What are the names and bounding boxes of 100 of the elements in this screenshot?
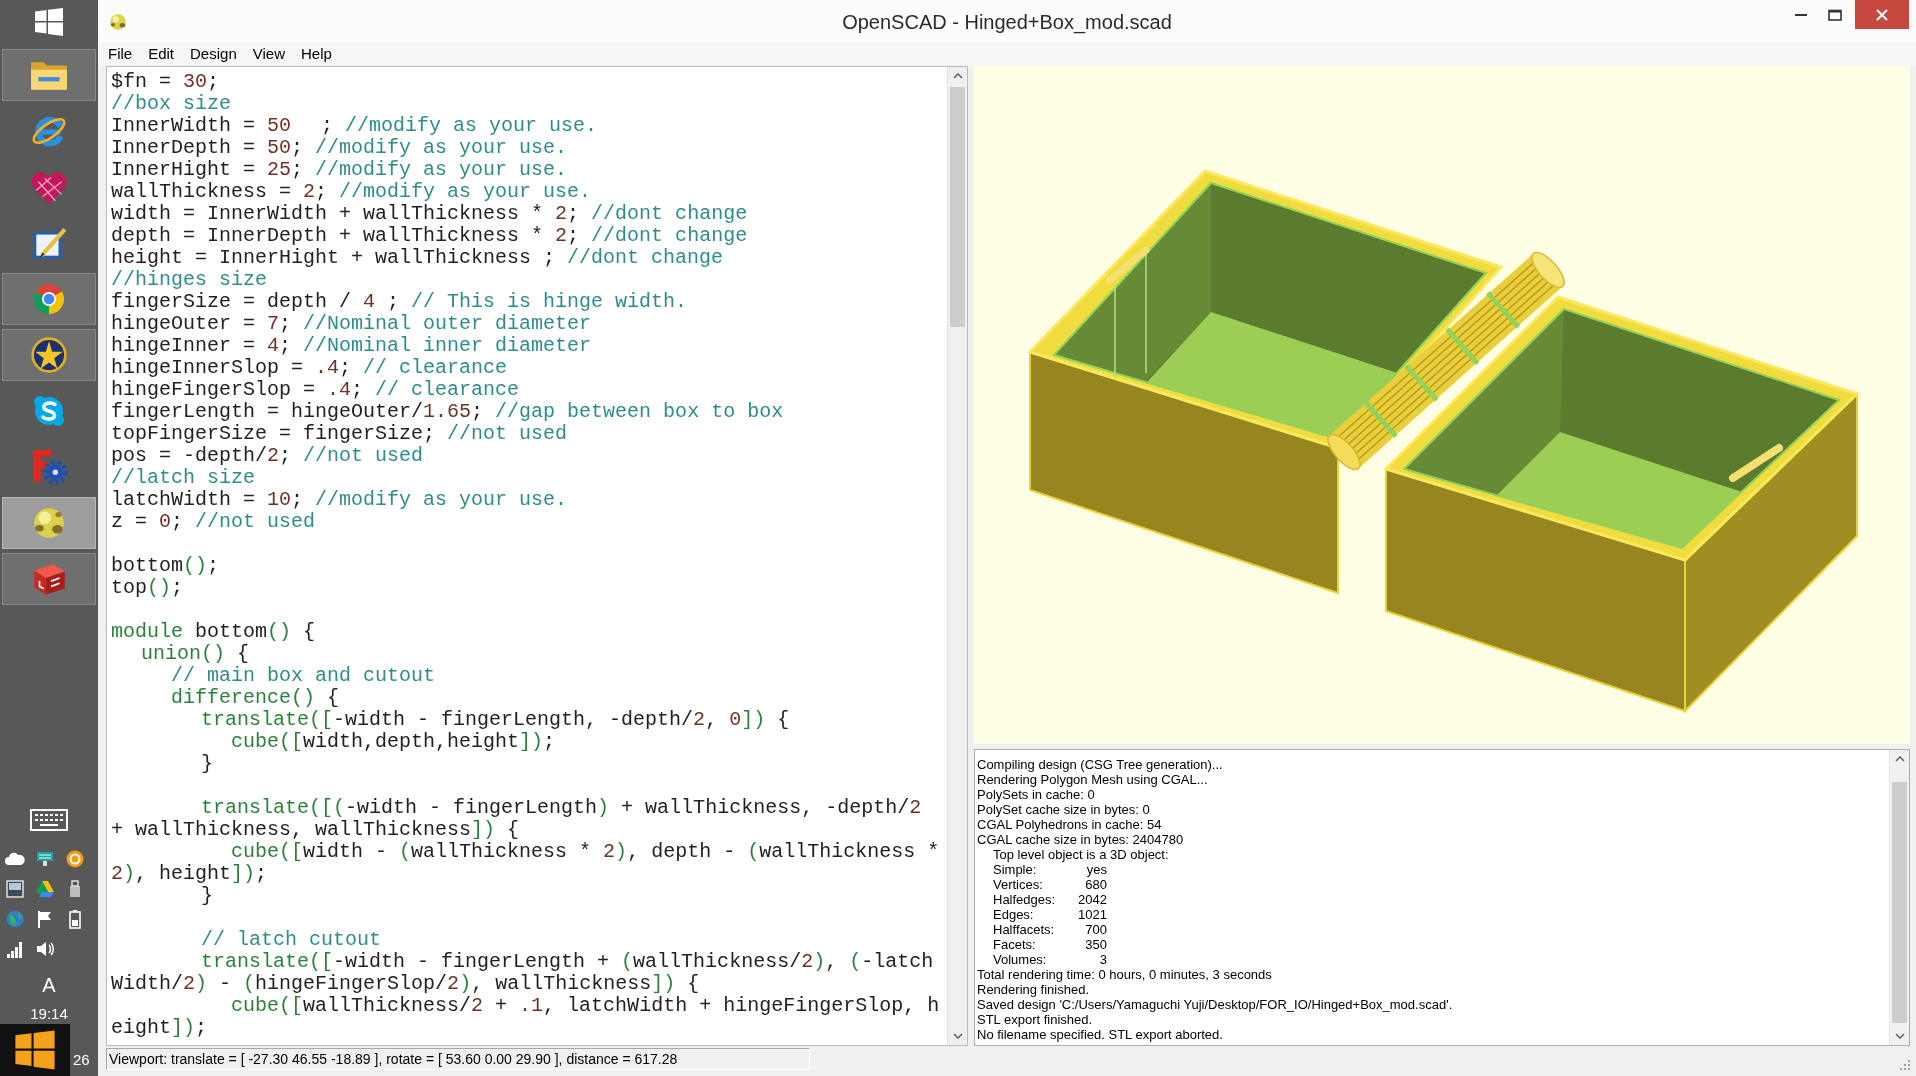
- code-line: //latch size: [111, 467, 257, 489]
- chevron-down-icon[interactable]: [952, 1033, 963, 1039]
- stat-value: 1021: [1077, 907, 1107, 922]
- heart-icon: [30, 169, 68, 205]
- device-icon[interactable]: [35, 849, 55, 869]
- code-line: union() {: [140, 643, 251, 665]
- star-circle-icon: [30, 336, 68, 374]
- sphere-icon[interactable]: [108, 12, 128, 32]
- date-text[interactable]: 26: [73, 1051, 90, 1069]
- menu-item[interactable]: File: [100, 44, 141, 64]
- console-line: PolySets in cache: 0: [977, 787, 1095, 802]
- code-line: difference() {: [170, 687, 341, 709]
- code-line: topFingerSize = fingerSize; //not used: [111, 423, 569, 445]
- code-line: InnerDepth = 50; //modify as your use.: [111, 137, 569, 159]
- menu-item[interactable]: View: [244, 44, 293, 64]
- menu-item[interactable]: Design: [182, 44, 245, 64]
- window-panes-icon: [14, 1029, 56, 1071]
- triangle-icon[interactable]: [35, 880, 55, 898]
- stat-value: yes: [1085, 862, 1107, 877]
- globe-icon[interactable]: [5, 909, 25, 929]
- code-line: depth = InnerDepth + wallThickness * 2; //dont change: [111, 225, 749, 247]
- code-line: bottom();: [111, 555, 221, 577]
- console-line: No filename specified. STL export aborted.: [977, 1027, 1223, 1042]
- code-line: wallThickness = 2; //modify as your use.: [111, 181, 593, 203]
- scrollbar[interactable]: [1889, 750, 1909, 1045]
- console-line: Rendering Polygon Mesh using CGAL...: [977, 772, 1208, 787]
- taskbar-button[interactable]: [2, 329, 96, 381]
- code-line: top();: [111, 577, 185, 599]
- window-title: OpenSCAD - Hinged+Box_mod.scad: [842, 10, 1172, 34]
- stat-label: Edges:: [993, 907, 1035, 922]
- console-line: Total rendering time: 0 hours, 0 minutes, 3 seconds: [977, 967, 1272, 982]
- code-line: hingeInnerSlop = .4; // clearance: [111, 357, 509, 379]
- f-gear-icon: [30, 448, 68, 486]
- code-line: // latch cutout: [200, 929, 383, 951]
- console-line: Saved design 'C:/Users/Yamaguchi Yuji/Desktop/FOR_IO/Hinged+Box_mod.scad'.: [977, 997, 1453, 1012]
- 3d-viewport[interactable]: [974, 66, 1910, 744]
- close-button[interactable]: [1855, 0, 1909, 29]
- stat-value: 700: [1084, 922, 1107, 937]
- menu-item[interactable]: Help: [293, 44, 340, 64]
- console-line: Compiling design (CSG Tree generation)...: [977, 757, 1223, 772]
- code-line: translate([-width - fingerLength, -depth/2, 0]) {: [200, 709, 791, 731]
- code-line: $fn = 30;: [111, 71, 221, 93]
- console-line: Top level object is a 3D object:: [992, 847, 1169, 862]
- code-line: pos = -depth/2; //not used: [111, 445, 425, 467]
- code-line: module bottom() {: [111, 621, 317, 643]
- cloud-icon[interactable]: [5, 852, 25, 866]
- taskbar-button[interactable]: [2, 49, 96, 101]
- code-line: fingerLength = hingeOuter/1.65; //gap between box to box: [111, 401, 785, 423]
- code-line: // main box and cutout: [170, 665, 437, 687]
- signal-bars-icon[interactable]: [5, 940, 25, 958]
- minimize-icon: [1795, 14, 1807, 16]
- code-line: z = 0; //not used: [111, 511, 317, 533]
- code-line: fingerSize = depth / 4 ; // This is hinge width.: [111, 291, 689, 313]
- code-line: hingeFingerSlop = .4; // clearance: [111, 379, 521, 401]
- input-mode-indicator[interactable]: A: [42, 975, 56, 995]
- start-button[interactable]: [0, 1024, 70, 1076]
- code-line: }: [200, 885, 214, 907]
- console-line: CGAL cache size in bytes: 2404780: [977, 832, 1184, 847]
- folder-icon: [30, 59, 68, 91]
- chevron-down-icon[interactable]: [1894, 1033, 1905, 1039]
- taskbar-button[interactable]: [2, 497, 96, 549]
- stat-value: 350: [1084, 937, 1107, 952]
- resize-grip-icon[interactable]: [1898, 1058, 1910, 1070]
- chevron-up-icon[interactable]: [1894, 756, 1905, 762]
- stat-label: Facets:: [993, 937, 1037, 952]
- code-line: latchWidth = 10; //modify as your use.: [111, 489, 569, 511]
- ring-icon[interactable]: [65, 849, 85, 869]
- scroll-thumb[interactable]: [950, 87, 965, 327]
- viewport-status-text: Viewport: translate = [ -27.30 46.55 -18.89 ], rotate = [ 53.60 0.00 29.90 ], distance = 617.28: [109, 1050, 678, 1068]
- code-line: hingeInner = 4; //Nominal inner diameter: [111, 335, 593, 357]
- stat-value: 3: [1098, 952, 1107, 967]
- console-line: PolySet cache size in bytes: 0: [977, 802, 1150, 817]
- code-editor[interactable]: [106, 66, 968, 1046]
- code-line: InnerHight = 25; //modify as your use.: [111, 159, 569, 181]
- stat-value: 680: [1084, 877, 1107, 892]
- code-line: width = InnerWidth + wallThickness * 2; //dont change: [111, 203, 749, 225]
- code-line: cube([width - (wallThickness * 2), depth - (wallThickness * 2), height]);: [111, 841, 941, 885]
- scroll-thumb[interactable]: [1892, 782, 1907, 1023]
- code-line: //hinges size: [111, 269, 269, 291]
- battery-icon[interactable]: [69, 909, 81, 929]
- window-panes-icon[interactable]: [34, 7, 64, 37]
- console-line: CGAL Polyhedrons in cache: 54: [977, 817, 1162, 832]
- scrollbar[interactable]: [947, 67, 967, 1045]
- clock-text[interactable]: 19:14: [30, 1005, 68, 1023]
- stat-label: Simple:: [993, 862, 1038, 877]
- chevron-up-icon[interactable]: [952, 73, 963, 79]
- monitor-icon[interactable]: [5, 879, 25, 899]
- maximize-icon: [1828, 9, 1842, 21]
- speaker-icon[interactable]: [35, 939, 55, 959]
- stat-value: 2042: [1077, 892, 1107, 907]
- code-line: cube([width,depth,height]);: [230, 731, 557, 753]
- stat-label: Halffacets:: [993, 922, 1056, 937]
- close-icon: [1876, 8, 1888, 21]
- keyboard-icon[interactable]: [30, 809, 68, 831]
- code-line: height = InnerHight + wallThickness ; //dont change: [111, 247, 725, 269]
- code-line: InnerWidth = 50 ; //modify as your use.: [111, 115, 599, 137]
- tricolor-circle-icon: [31, 281, 67, 317]
- console-line: Rendering finished.: [977, 982, 1090, 997]
- stat-label: Halfedges:: [993, 892, 1057, 907]
- menu-item[interactable]: Edit: [140, 44, 183, 64]
